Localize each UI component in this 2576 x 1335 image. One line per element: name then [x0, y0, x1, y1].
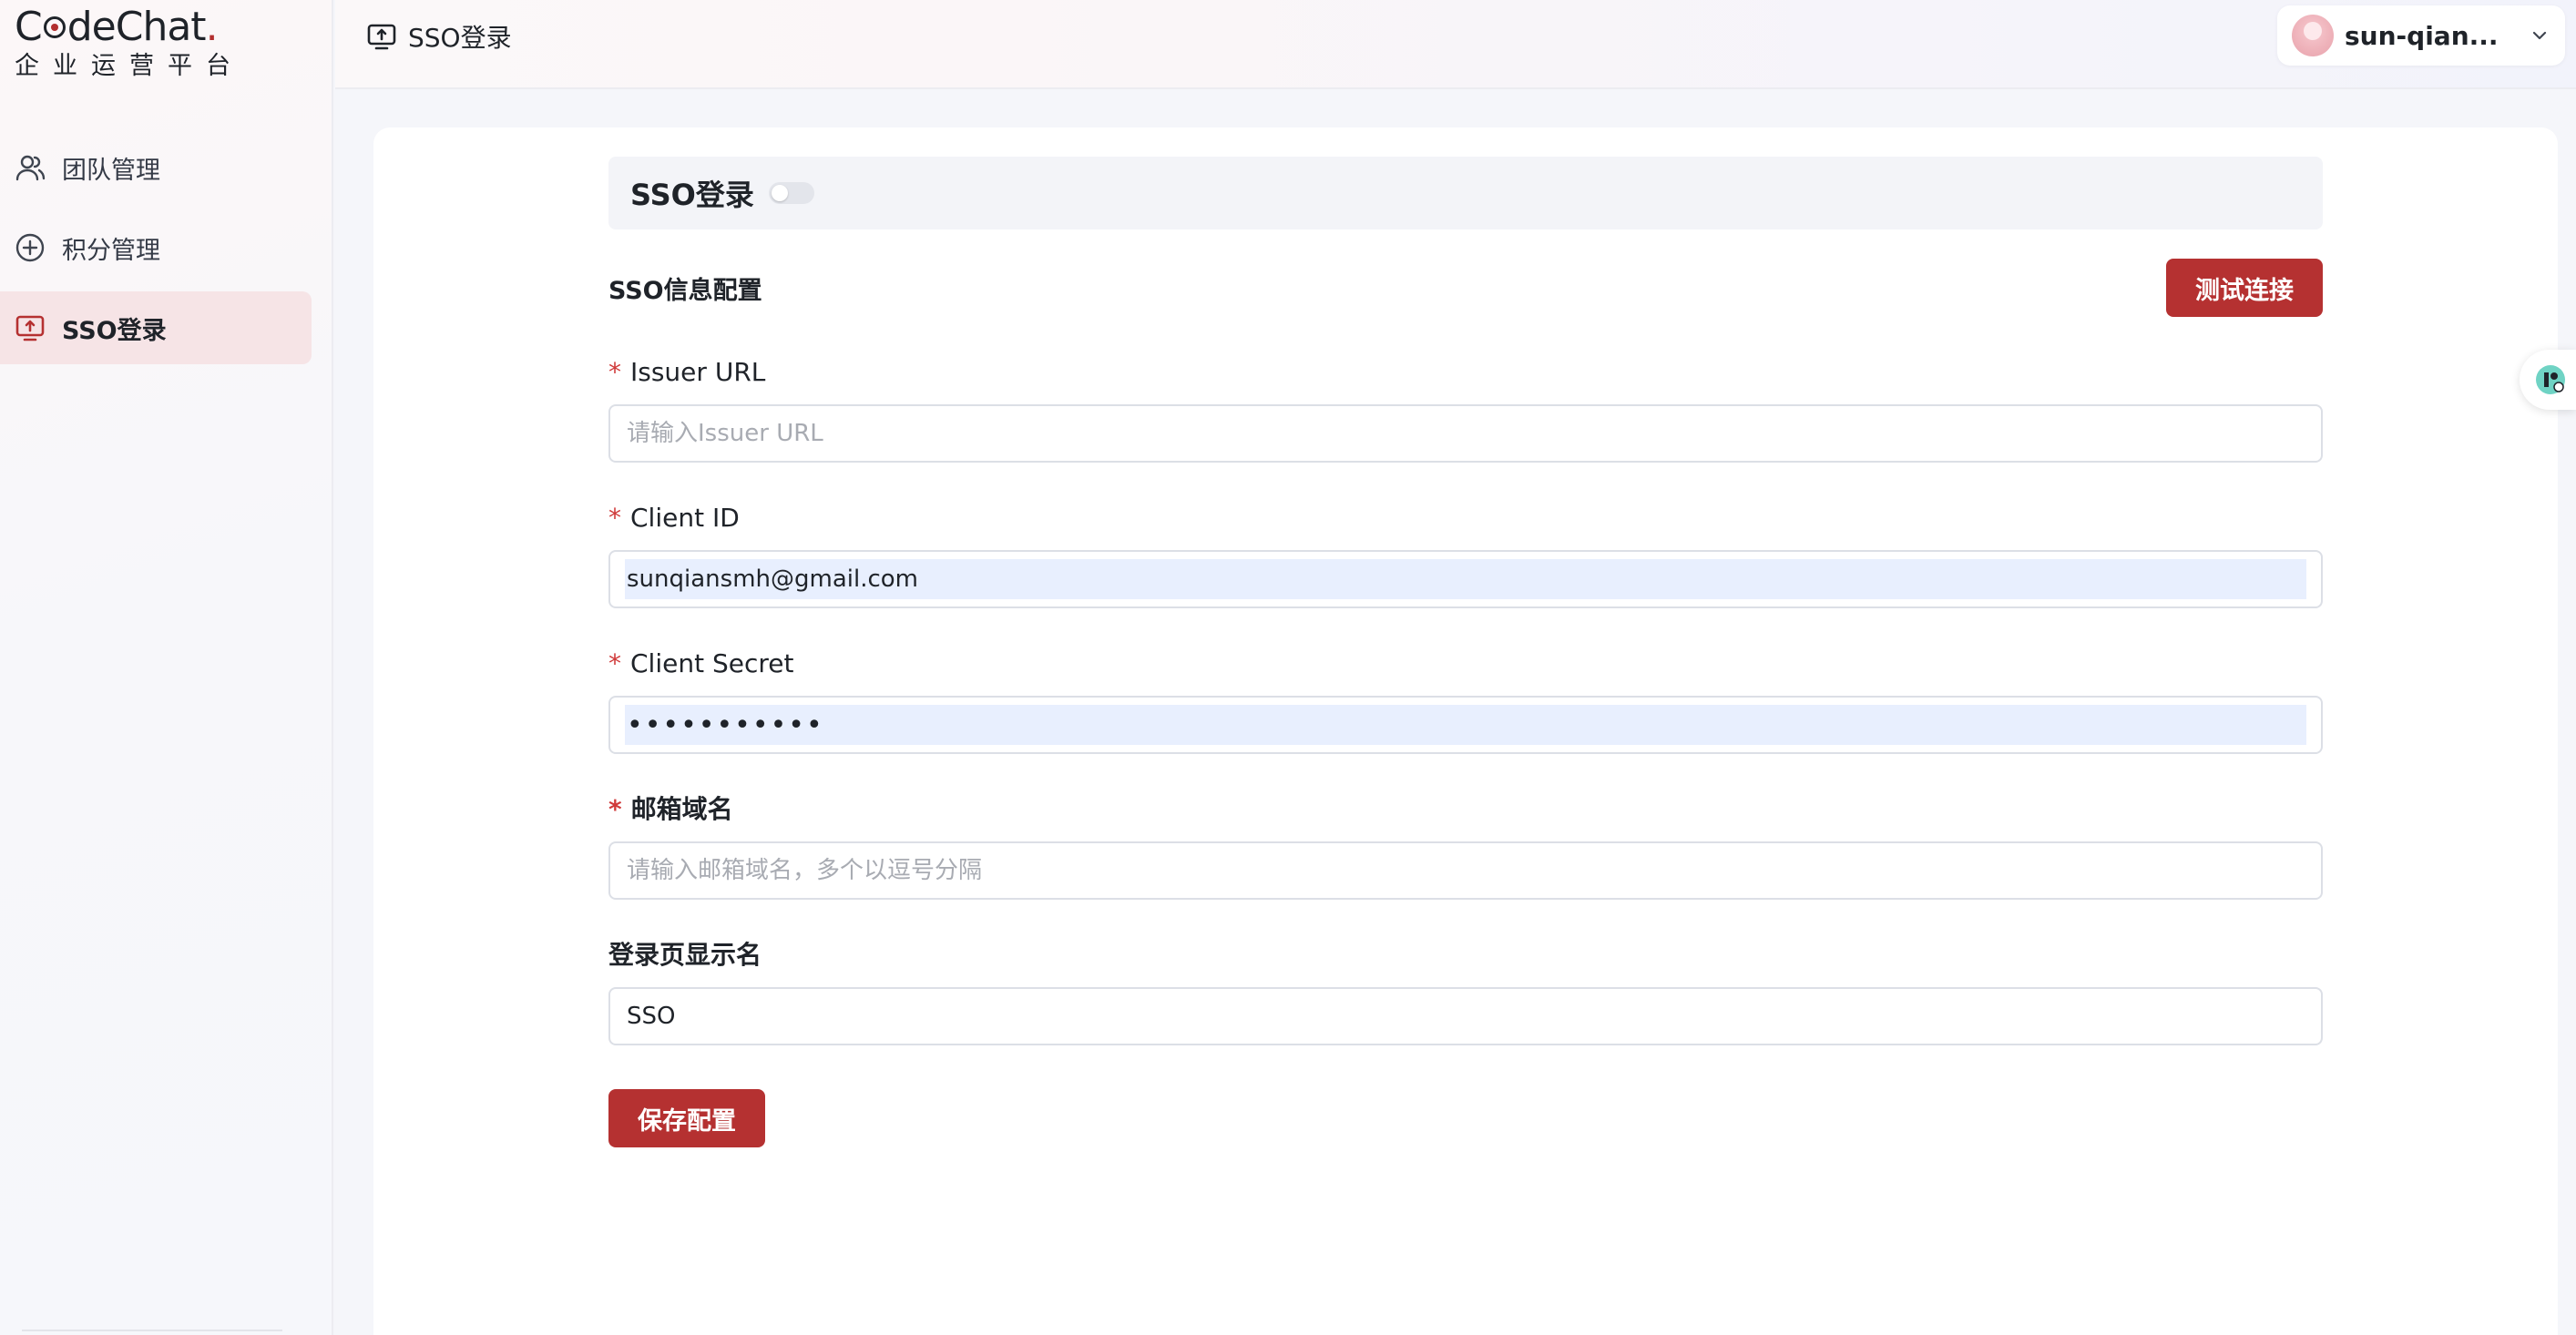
client-secret-input-wrapper [608, 696, 2323, 754]
required-mark: * [608, 503, 621, 533]
field-label: 登录页显示名 [608, 940, 2323, 971]
client-id-input-wrapper [608, 550, 2323, 608]
field-label-text: 登录页显示名 [608, 940, 762, 970]
required-mark: * [608, 794, 622, 824]
test-connection-button[interactable]: 测试连接 [2166, 259, 2323, 317]
issuer-url-input[interactable] [625, 413, 2306, 453]
sidebar-item-sso[interactable]: SSO登录 [0, 291, 312, 364]
sso-icon [15, 312, 46, 343]
sidebar-nav: 团队管理 积分管理 SSO登录 [0, 131, 312, 372]
page-title-text: SSO登录 [408, 23, 512, 53]
field-label: * Client ID [608, 503, 2323, 534]
email-domain-field: * 邮箱域名 [608, 794, 2323, 900]
sidebar-divider [22, 1330, 282, 1331]
save-config-button[interactable]: 保存配置 [608, 1089, 765, 1147]
points-icon [15, 232, 46, 263]
field-label-text: Client Secret [630, 648, 794, 678]
top-header: SSO登录 sun-qian... [335, 0, 2576, 89]
user-menu[interactable]: sun-qian... [2277, 5, 2565, 66]
avatar [2292, 15, 2334, 56]
sso-toggle-title: SSO登录 [630, 178, 754, 212]
sidebar-item-points[interactable]: 积分管理 [0, 211, 312, 284]
page-title: SSO登录 [366, 18, 512, 55]
section-header: SSO信息配置 测试连接 [608, 259, 2323, 317]
sso-toggle-bar: SSO登录 [608, 157, 2323, 229]
field-label-text: 邮箱域名 [630, 794, 733, 824]
required-mark: * [608, 357, 621, 387]
sso-icon [366, 21, 397, 52]
logo-subtitle: 企业运营平台 [15, 52, 244, 80]
assistant-float-button[interactable] [2520, 350, 2576, 410]
sidebar: CdeChat. 企业运营平台 团队管理 积分管理 SSO登录 [0, 0, 333, 1335]
login-display-name-input[interactable] [625, 996, 2306, 1036]
sidebar-item-label: 团队管理 [62, 156, 160, 185]
sidebar-item-label: 积分管理 [62, 236, 160, 265]
client-secret-input[interactable] [625, 705, 2306, 745]
sidebar-item-label: SSO登录 [62, 316, 167, 345]
client-id-input[interactable] [625, 559, 2306, 599]
email-domain-input[interactable] [625, 851, 2306, 891]
field-label-text: Issuer URL [630, 357, 766, 387]
switch-knob [771, 185, 788, 201]
user-name: sun-qian... [2345, 20, 2499, 51]
field-label: * Issuer URL [608, 357, 2323, 388]
assistant-icon [2536, 365, 2565, 394]
sidebar-item-team[interactable]: 团队管理 [0, 131, 312, 204]
client-secret-field: * Client Secret [608, 648, 2323, 754]
app-logo[interactable]: CdeChat. 企业运营平台 [15, 5, 244, 82]
sso-enable-switch[interactable] [768, 182, 814, 204]
field-label-text: Client ID [630, 503, 740, 533]
field-label: * 邮箱域名 [608, 794, 2323, 825]
email-domain-input-wrapper [608, 841, 2323, 900]
team-icon [15, 152, 46, 183]
issuer-url-field: * Issuer URL [608, 357, 2323, 463]
main-card: SSO登录 SSO信息配置 测试连接 * Issuer URL * Client… [373, 127, 2558, 1335]
login-display-name-field: 登录页显示名 [608, 940, 2323, 1045]
logo-wordmark: CdeChat. [15, 4, 219, 50]
issuer-url-input-wrapper [608, 404, 2323, 463]
chevron-down-icon [2529, 25, 2550, 46]
client-id-field: * Client ID [608, 503, 2323, 608]
sso-config-form: SSO登录 SSO信息配置 测试连接 * Issuer URL * Client… [608, 157, 2323, 1147]
login-display-name-input-wrapper [608, 987, 2323, 1045]
logo-o-icon [43, 16, 66, 38]
field-label: * Client Secret [608, 648, 2323, 679]
section-title: SSO信息配置 [608, 276, 762, 305]
required-mark: * [608, 648, 621, 678]
